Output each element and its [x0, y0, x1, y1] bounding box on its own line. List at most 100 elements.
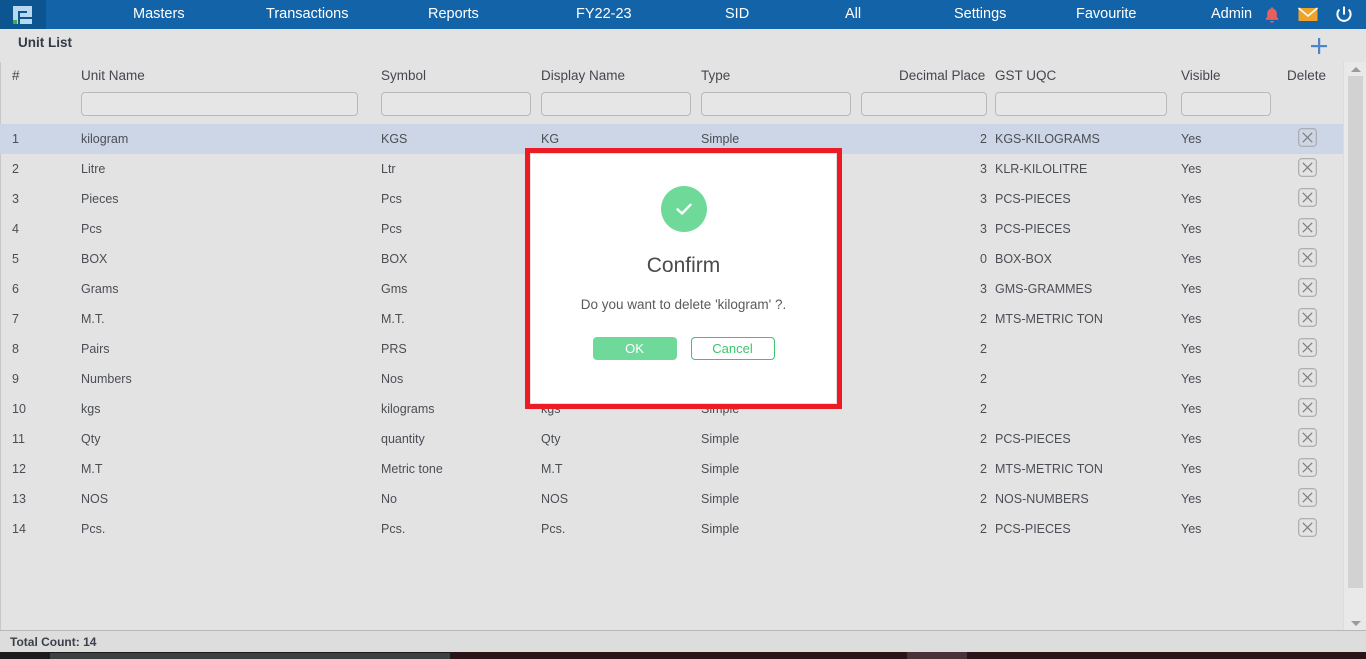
- vertical-scrollbar[interactable]: [1343, 62, 1366, 630]
- cell-gst-uqc: PCS-PIECES: [995, 432, 1071, 446]
- delete-x-icon[interactable]: [1298, 278, 1317, 297]
- mail-envelope-icon[interactable]: [1298, 0, 1318, 29]
- cell-display-name: Pcs.: [541, 522, 565, 536]
- delete-x-icon[interactable]: [1298, 248, 1317, 267]
- filter-input-gst-uqc[interactable]: [995, 92, 1167, 116]
- delete-x-glyph: [1298, 518, 1317, 537]
- delete-x-glyph: [1298, 158, 1317, 177]
- delete-x-icon[interactable]: [1298, 128, 1317, 147]
- nav-item-reports[interactable]: Reports: [428, 0, 479, 29]
- dialog-button-group: OK Cancel: [593, 337, 775, 360]
- cell-gst-uqc: KGS-KILOGRAMS: [995, 132, 1100, 146]
- filter-input-display-name[interactable]: [541, 92, 691, 116]
- power-off-icon[interactable]: [1334, 0, 1354, 29]
- delete-x-icon[interactable]: [1298, 188, 1317, 207]
- cancel-button[interactable]: Cancel: [691, 337, 775, 360]
- delete-x-icon[interactable]: [1298, 308, 1317, 327]
- cell-index: 3: [12, 192, 19, 206]
- cell-gst-uqc: KLR-KILOLITRE: [995, 162, 1087, 176]
- filter-input-symbol[interactable]: [381, 92, 531, 116]
- filter-input-decimal-place[interactable]: [861, 92, 987, 116]
- cell-gst-uqc: PCS-PIECES: [995, 522, 1071, 536]
- filter-input-unit-name[interactable]: [81, 92, 358, 116]
- nav-item-admin[interactable]: Admin: [1211, 0, 1252, 29]
- delete-x-icon[interactable]: [1298, 158, 1317, 177]
- nav-item-fy22-23[interactable]: FY22-23: [576, 0, 632, 29]
- dialog-message: Do you want to delete 'kilogram' ?.: [564, 295, 804, 315]
- filter-input-type[interactable]: [701, 92, 851, 116]
- cell-display-name: NOS: [541, 492, 568, 506]
- cell-index: 2: [12, 162, 19, 176]
- delete-x-icon[interactable]: [1298, 368, 1317, 387]
- ok-button[interactable]: OK: [593, 337, 677, 360]
- cell-type: Simple: [701, 462, 739, 476]
- page-title-bar: Unit List: [0, 29, 1366, 62]
- delete-x-icon[interactable]: [1298, 218, 1317, 237]
- nav-item-all[interactable]: All: [845, 0, 861, 29]
- delete-x-glyph: [1298, 128, 1317, 147]
- scroll-up-arrow-icon[interactable]: [1348, 62, 1363, 76]
- notification-bell-icon[interactable]: [1262, 0, 1282, 29]
- cell-index: 7: [12, 312, 19, 326]
- scroll-down-arrow-icon[interactable]: [1348, 616, 1363, 630]
- app-logo-glyph: [12, 5, 34, 25]
- delete-x-glyph: [1298, 188, 1317, 207]
- cell-unit-name: kgs: [81, 402, 100, 416]
- taskbar-segment: [907, 652, 967, 659]
- delete-x-icon[interactable]: [1298, 458, 1317, 477]
- nav-item-transactions[interactable]: Transactions: [266, 0, 348, 29]
- cell-symbol: Pcs: [381, 222, 402, 236]
- top-navigation-bar: Masters Transactions Reports FY22-23 SID All S…: [0, 0, 1366, 29]
- add-new-unit-button[interactable]: [1308, 35, 1330, 57]
- column-header-unit-name[interactable]: Unit Name: [81, 68, 145, 83]
- cell-gst-uqc: PCS-PIECES: [995, 192, 1071, 206]
- vertical-scrollbar-track[interactable]: [1348, 76, 1363, 588]
- total-count-label: Total Count: 14: [10, 635, 96, 649]
- delete-x-glyph: [1298, 338, 1317, 357]
- app-logo-icon[interactable]: [0, 0, 46, 29]
- cell-visible: Yes: [1181, 522, 1201, 536]
- modal-highlight-box: Confirm Do you want to delete 'kilogram'…: [525, 148, 842, 409]
- cell-visible: Yes: [1181, 462, 1201, 476]
- column-header-display-name[interactable]: Display Name: [541, 68, 625, 83]
- table-row[interactable]: 14Pcs.Pcs.Pcs.Simple2PCS-PIECESYes: [0, 514, 1343, 544]
- delete-x-icon[interactable]: [1298, 488, 1317, 507]
- nav-item-settings[interactable]: Settings: [954, 0, 1006, 29]
- cell-symbol: M.T.: [381, 312, 405, 326]
- cell-unit-name: M.T.: [81, 312, 105, 326]
- delete-x-icon[interactable]: [1298, 518, 1317, 537]
- column-header-gst-uqc[interactable]: GST UQC: [995, 68, 1056, 83]
- delete-x-icon[interactable]: [1298, 398, 1317, 417]
- column-header-type[interactable]: Type: [701, 68, 730, 83]
- delete-x-glyph: [1298, 218, 1317, 237]
- nav-item-sid[interactable]: SID: [725, 0, 749, 29]
- table-row[interactable]: 11QtyquantityQtySimple2PCS-PIECESYes: [0, 424, 1343, 454]
- delete-x-icon[interactable]: [1298, 428, 1317, 447]
- cell-symbol: Ltr: [381, 162, 396, 176]
- cell-symbol: Gms: [381, 282, 407, 296]
- column-header-delete[interactable]: Delete: [1287, 68, 1326, 83]
- cell-decimal-place: 3: [927, 222, 987, 236]
- envelope-glyph: [1298, 7, 1318, 22]
- cell-display-name: Qty: [541, 432, 560, 446]
- column-header-visible[interactable]: Visible: [1181, 68, 1221, 83]
- cell-visible: Yes: [1181, 342, 1201, 356]
- nav-item-masters[interactable]: Masters: [133, 0, 185, 29]
- cell-decimal-place: 2: [927, 312, 987, 326]
- cell-display-name: KG: [541, 132, 559, 146]
- cell-decimal-place: 2: [927, 492, 987, 506]
- nav-item-favourite[interactable]: Favourite: [1076, 0, 1136, 29]
- filter-input-visible[interactable]: [1181, 92, 1271, 116]
- cell-unit-name: Pcs.: [81, 522, 105, 536]
- cell-visible: Yes: [1181, 282, 1201, 296]
- triangle-down-glyph: [1351, 621, 1361, 626]
- column-header-decimal-place[interactable]: Decimal Place: [899, 68, 985, 83]
- cell-unit-name: Pairs: [81, 342, 109, 356]
- cell-unit-name: BOX: [81, 252, 107, 266]
- table-row[interactable]: 12M.TMetric toneM.TSimple2MTS-METRIC TON…: [0, 454, 1343, 484]
- cell-visible: Yes: [1181, 432, 1201, 446]
- table-row[interactable]: 13NOSNoNOSSimple2NOS-NUMBERSYes: [0, 484, 1343, 514]
- delete-x-icon[interactable]: [1298, 338, 1317, 357]
- column-header-index[interactable]: #: [12, 68, 20, 83]
- column-header-symbol[interactable]: Symbol: [381, 68, 426, 83]
